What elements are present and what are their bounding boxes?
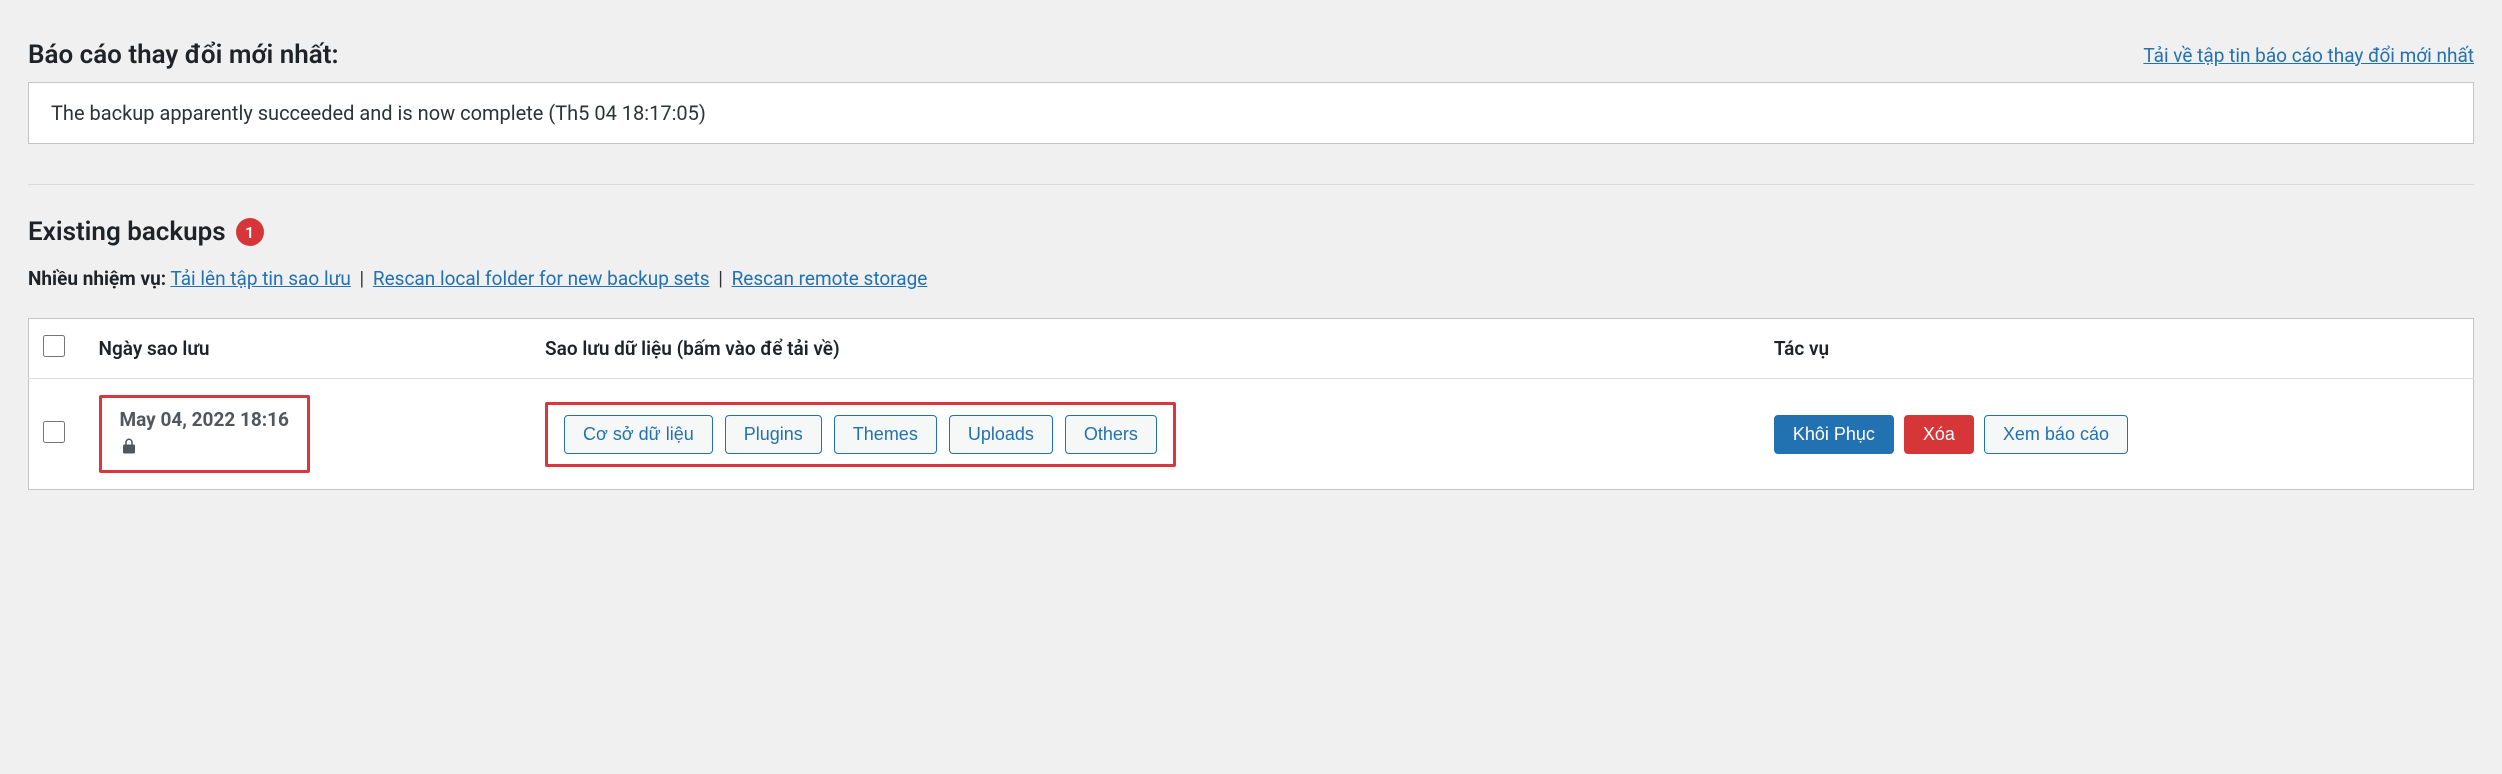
row-checkbox[interactable] <box>43 421 65 443</box>
restore-button[interactable]: Khôi Phục <box>1774 415 1894 454</box>
actions-cell: Khôi Phục Xóa Xem báo cáo <box>1760 379 2474 490</box>
download-themes-button[interactable]: Themes <box>834 415 937 454</box>
data-cell: Cơ sở dữ liệu Plugins Themes Uploads Oth… <box>531 379 1760 490</box>
header-checkbox-cell <box>29 319 85 379</box>
download-report-link[interactable]: Tải về tập tin báo cáo thay đổi mới nhất <box>2143 44 2474 67</box>
latest-report-heading: Báo cáo thay đổi mới nhất: <box>28 40 339 70</box>
row-checkbox-cell <box>29 379 85 490</box>
backups-table: Ngày sao lưu Sao lưu dữ liệu (bấm vào để… <box>28 318 2474 490</box>
upload-backup-link[interactable]: Tải lên tập tin sao lưu <box>170 267 350 290</box>
pipe-separator: | <box>360 267 365 290</box>
lock-icon <box>120 437 138 460</box>
delete-button[interactable]: Xóa <box>1904 415 1974 454</box>
header-actions: Tác vụ <box>1760 319 2474 379</box>
download-database-button[interactable]: Cơ sở dữ liệu <box>564 415 713 454</box>
backup-count-badge: 1 <box>236 218 264 246</box>
date-cell: May 04, 2022 18:16 <box>85 379 532 490</box>
data-highlight-box: Cơ sở dữ liệu Plugins Themes Uploads Oth… <box>545 402 1176 467</box>
tasks-row: Nhiều nhiệm vụ: Tải lên tập tin sao lưu … <box>28 267 2474 290</box>
select-all-checkbox[interactable] <box>43 335 65 357</box>
section-divider <box>28 184 2474 185</box>
view-log-button[interactable]: Xem báo cáo <box>1984 415 2128 454</box>
existing-backups-heading: Existing backups <box>28 217 226 247</box>
tasks-label: Nhiều nhiệm vụ: <box>28 267 166 290</box>
pipe-separator: | <box>718 267 723 290</box>
table-row: May 04, 2022 18:16 Cơ sở dữ liệu Plugins… <box>29 379 2474 490</box>
rescan-local-link[interactable]: Rescan local folder for new backup sets <box>373 267 710 290</box>
backup-date: May 04, 2022 18:16 <box>120 408 289 431</box>
log-message-text: The backup apparently succeeded and is n… <box>51 101 706 125</box>
header-data: Sao lưu dữ liệu (bấm vào để tải về) <box>531 319 1760 379</box>
download-others-button[interactable]: Others <box>1065 415 1157 454</box>
date-highlight-box: May 04, 2022 18:16 <box>99 395 310 473</box>
header-date: Ngày sao lưu <box>85 319 532 379</box>
download-uploads-button[interactable]: Uploads <box>949 415 1053 454</box>
log-message-box: The backup apparently succeeded and is n… <box>28 82 2474 144</box>
rescan-remote-link[interactable]: Rescan remote storage <box>732 267 928 290</box>
download-plugins-button[interactable]: Plugins <box>725 415 822 454</box>
